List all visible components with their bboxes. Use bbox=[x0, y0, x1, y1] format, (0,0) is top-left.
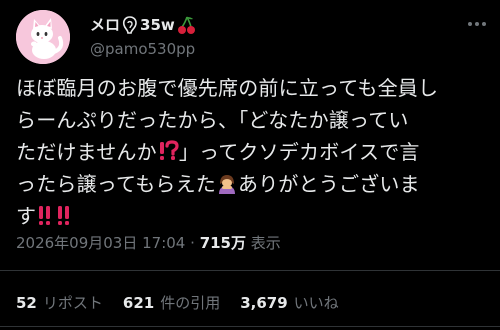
retweet-label: リポスト bbox=[42, 294, 103, 312]
divider bbox=[0, 326, 500, 327]
exclamation-question-icon bbox=[159, 140, 179, 160]
woman-bowing-icon bbox=[219, 175, 235, 194]
author-display-name-suffix[interactable]: 35w bbox=[140, 16, 175, 34]
view-count: 715万 bbox=[199, 234, 246, 252]
cherries-icon bbox=[177, 16, 195, 34]
divider bbox=[0, 270, 500, 271]
author-handle[interactable]: @pamo530pp bbox=[90, 40, 195, 58]
tweet-line: ったら譲ってもらえた ありがとうございま bbox=[16, 168, 490, 200]
author-name-row[interactable]: メロ 35w bbox=[90, 14, 197, 35]
view-label: 表示 bbox=[250, 234, 281, 252]
like-count: 3,679 bbox=[240, 294, 288, 312]
retweet-stat[interactable]: 52 リポスト bbox=[16, 292, 103, 313]
more-dot-icon bbox=[468, 22, 472, 26]
avatar[interactable] bbox=[16, 10, 70, 64]
quote-stat[interactable]: 621 件の引用 bbox=[123, 292, 220, 313]
tweet-line: ただけませんか 」ってクソデカボイスで言 bbox=[16, 136, 490, 168]
quote-label: 件の引用 bbox=[160, 294, 221, 312]
double-exclamation-icon bbox=[39, 206, 70, 225]
tweet-line: ほぼ臨月のお腹で優先席の前に立っても全員し bbox=[16, 76, 439, 100]
tweet-line-segment: ただけませんか bbox=[16, 140, 157, 164]
tweet-timestamp[interactable]: 2026年09月03日 17:04 bbox=[16, 234, 185, 252]
more-dot-icon bbox=[475, 22, 479, 26]
tweet-line-segment: ったら譲ってもらえた bbox=[16, 172, 216, 196]
more-dot-icon bbox=[482, 22, 486, 26]
engagement-stats: 52 リポスト 621 件の引用 3,679 いいね bbox=[16, 292, 339, 313]
retweet-count: 52 bbox=[16, 294, 37, 312]
tweet-line-segment: ありがとうございま bbox=[238, 172, 420, 196]
like-label: いいね bbox=[293, 294, 339, 312]
tweet-line: らーんぷりだったから、「どなたか譲ってい bbox=[16, 108, 409, 132]
author-display-name[interactable]: メロ bbox=[90, 14, 120, 35]
quote-count: 621 bbox=[122, 294, 155, 312]
tweet-meta: 2026年09月03日 17:04 · 715万 表示 bbox=[16, 232, 281, 253]
like-stat[interactable]: 3,679 いいね bbox=[240, 292, 338, 313]
meta-separator: · bbox=[190, 234, 195, 252]
ear-icon bbox=[122, 15, 137, 34]
white-cat-avatar-icon bbox=[16, 10, 70, 64]
tweet-line-segment: す bbox=[16, 204, 37, 228]
more-options-button[interactable] bbox=[468, 20, 490, 28]
tweet-text: ほぼ臨月のお腹で優先席の前に立っても全員し らーんぷりだったから、「どなたか譲っ… bbox=[16, 72, 490, 232]
tweet-line-segment: 」ってクソデカボイスで言 bbox=[178, 140, 420, 164]
tweet-line: す bbox=[16, 200, 490, 232]
